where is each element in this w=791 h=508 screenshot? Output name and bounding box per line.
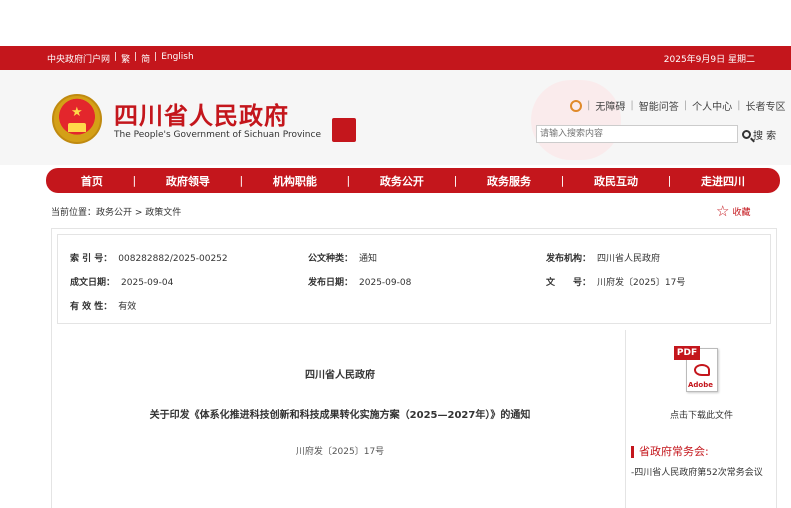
adobe-label: Adobe [688,381,713,389]
sidebar: PDF Adobe 点击下载此文件 省政府常务会: -四川省人民政府第52次常务… [626,330,777,508]
search-button-label: 搜 索 [753,130,777,142]
nav-about-sichuan[interactable]: 走进四川 [701,173,745,189]
star-icon: ★ [71,105,83,120]
site-title[interactable]: 四川省人民政府 [114,96,289,131]
publish-date-label: 发布日期： [308,278,354,288]
separator: | [154,52,158,62]
current-date: 2025年9月9日 星期二 [663,55,755,65]
sidebar-item-meeting[interactable]: -四川省人民政府第52次常务会议 [631,465,763,478]
favorite-button[interactable]: ☆ 收藏 [716,204,750,219]
central-portal-link[interactable]: 中央政府门户网 [47,52,110,65]
favorite-star-icon: ☆ [716,202,730,220]
publish-date-value: 2025-09-08 [359,278,412,288]
nav-services[interactable]: 政务服务 [487,173,531,189]
pdf-tag: PDF [674,346,700,360]
validity-label: 有 效 性： [70,302,113,312]
type-value: 通知 [359,254,378,264]
nav-gov-affairs[interactable]: 政务公开 [380,173,424,189]
search-box: 搜 索 [536,125,780,143]
document-content: 四川省人民政府 关于印发《体系化推进科技创新和科技成果转化实施方案（2025—2… [57,330,623,508]
doc-number-value: 川府发〔2025〕17号 [597,278,686,288]
simplified-chinese-link[interactable]: 简 [141,52,150,65]
national-emblem-icon: ★ [52,94,102,144]
index-value: 008282882/2025-00252 [118,254,228,264]
org-label: 发布机构： [546,254,592,264]
type-label: 公文种类： [308,254,354,264]
search-icon [742,129,751,139]
accessibility-link[interactable]: 无障碍 [595,98,625,113]
search-button[interactable]: 搜 索 [739,125,780,143]
pdf-icon[interactable]: PDF Adobe [674,344,722,394]
senior-zone-link[interactable]: 长者专区 [746,98,786,113]
written-date-label: 成文日期： [70,278,116,288]
download-link[interactable]: 点击下载此文件 [626,408,777,421]
search-input[interactable] [536,125,738,143]
index-label: 索 引 号： [70,254,113,264]
top-bar-links: 中央政府门户网 | 繁 | 简 | English [47,52,194,65]
smart-qa-link[interactable]: 智能问答 [639,98,679,113]
nav-home[interactable]: 首页 [81,173,103,189]
top-bar: 中央政府门户网 | 繁 | 简 | English 2025年9月9日 星期二 [0,46,791,70]
adobe-logo-icon [694,364,710,376]
document-issuer: 四川省人民政府 [305,370,375,381]
nav-functions[interactable]: 机构职能 [273,173,317,189]
header-links: | 无障碍 | 智能问答 | 个人中心 | 长者专区 [570,98,786,113]
sidebar-section-title: 省政府常务会: [631,446,709,458]
english-link[interactable]: English [161,52,194,65]
traditional-chinese-link[interactable]: 繁 [121,52,130,65]
validity-value: 有效 [118,302,137,312]
main-nav: 首页 | 政府领导 | 机构职能 | 政务公开 | 政务服务 | 政民互动 | … [46,168,780,193]
gate-icon [68,123,86,132]
site-title-english: The People's Government of Sichuan Provi… [114,130,321,140]
favorite-label: 收藏 [732,208,751,218]
personal-center-link[interactable]: 个人中心 [692,98,732,113]
site-header: ★ 四川省人民政府 The People's Government of Sic… [0,70,791,165]
document-title: 关于印发《体系化推进科技创新和科技成果转化实施方案（2025—2027年）》的通… [149,410,531,421]
document-number: 川府发〔2025〕17号 [295,447,385,457]
nav-leaders[interactable]: 政府领导 [166,173,210,189]
location-icon[interactable] [570,99,582,112]
sichuan-seal-icon [332,118,356,142]
org-value: 四川省人民政府 [597,254,661,264]
separator: | [134,52,138,62]
nav-interaction[interactable]: 政民互动 [594,173,638,189]
written-date-value: 2025-09-04 [121,278,174,288]
header-watermark [531,80,621,160]
document-metadata: 索 引 号： 008282882/2025-00252 公文种类： 通知 发布机构：… [57,234,771,324]
doc-number-label: 文 号： [546,278,592,288]
separator: | [114,52,118,62]
breadcrumb: 当前位置：政务公开 > 政策文件 [51,208,182,218]
